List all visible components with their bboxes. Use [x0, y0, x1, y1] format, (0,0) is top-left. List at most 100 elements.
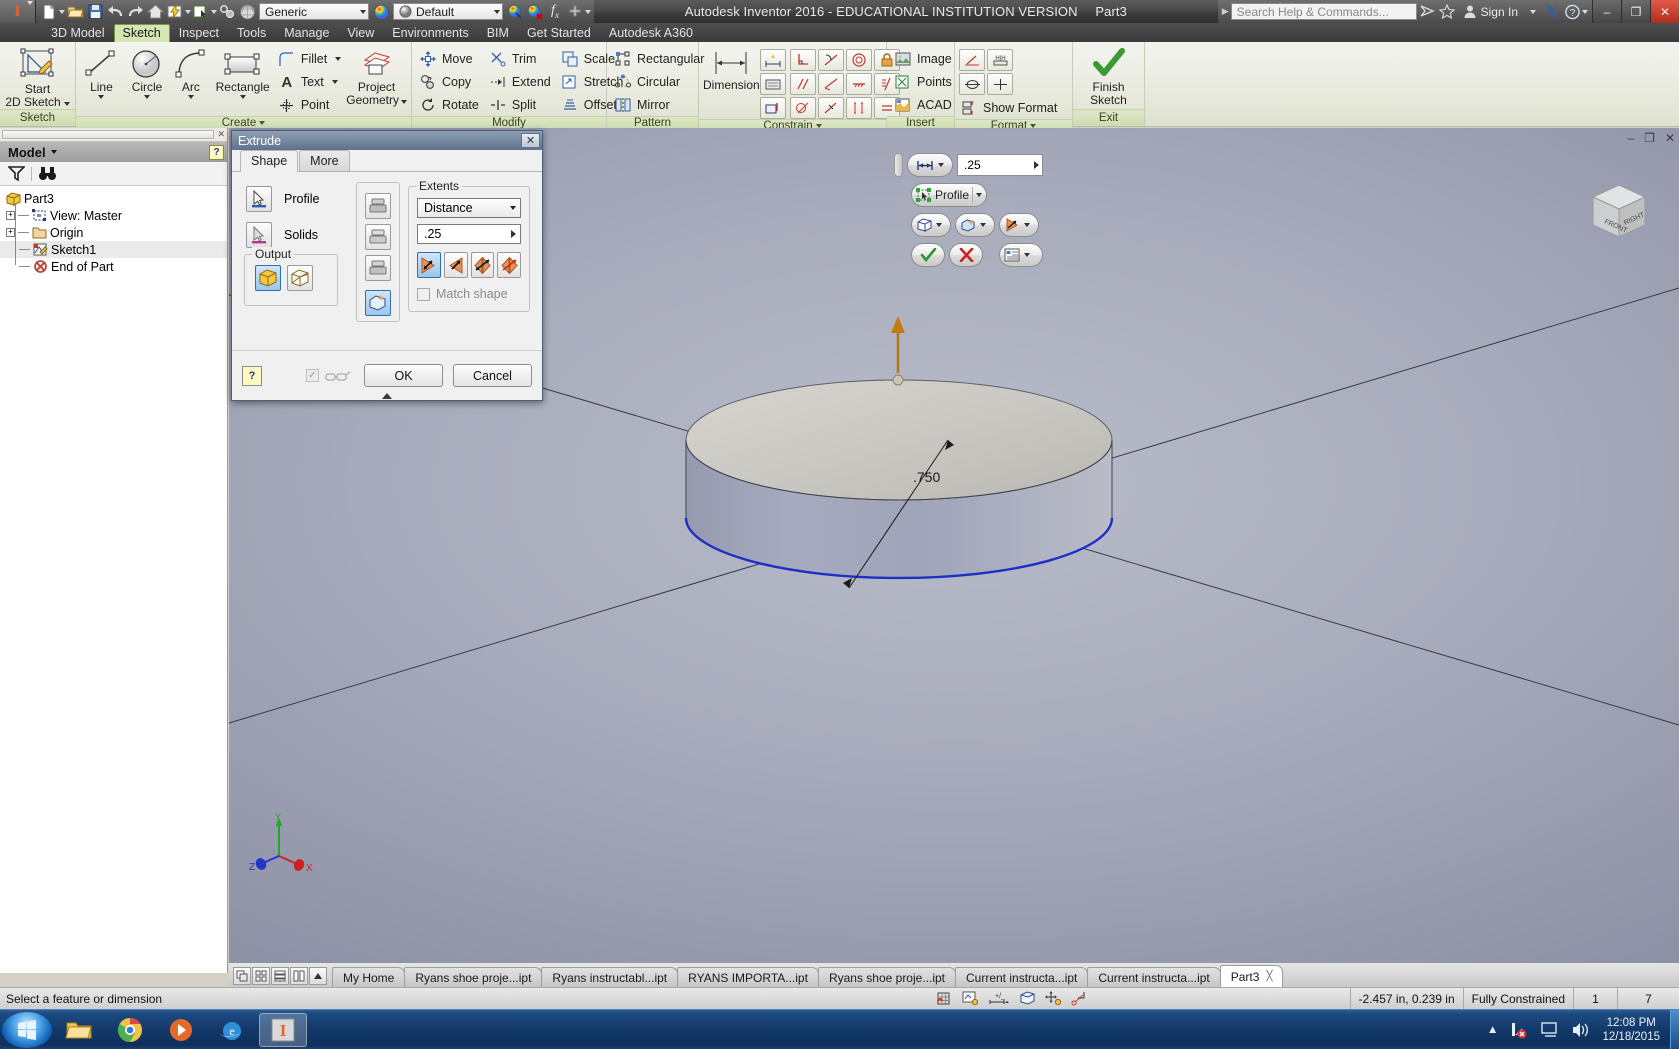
- help-icon[interactable]: ?: [1562, 2, 1582, 22]
- tray-expand-icon[interactable]: ▲: [1487, 1024, 1498, 1036]
- clear-appearance-button[interactable]: [525, 2, 545, 22]
- material-browser-button[interactable]: [237, 2, 257, 22]
- customize-qat-button[interactable]: [565, 2, 585, 22]
- line-button[interactable]: Line: [80, 45, 123, 99]
- vertical-constraint-button[interactable]: [845, 97, 872, 119]
- doc-tab-2[interactable]: Ryans instructabl...ipt: [541, 967, 679, 987]
- mini-boolean-chevron-icon[interactable]: [980, 223, 986, 227]
- coincident-constraint-button[interactable]: [817, 73, 844, 95]
- taskbar-clock[interactable]: 12:08 PM 12/18/2015: [1602, 1016, 1660, 1044]
- mirror-button[interactable]: Mirror: [611, 94, 709, 116]
- extend-button[interactable]: Extend: [486, 71, 556, 93]
- network-icon[interactable]: [1509, 1021, 1529, 1039]
- extents-type-chevron-icon[interactable]: [510, 206, 516, 210]
- mini-ok-button[interactable]: [911, 243, 945, 267]
- close-window-button[interactable]: ✕: [1650, 0, 1679, 23]
- mini-output-solid-button[interactable]: [911, 213, 951, 237]
- preview-checkbox[interactable]: ✓: [306, 369, 319, 382]
- face-visibility-icon[interactable]: [1019, 991, 1036, 1006]
- mini-options-button[interactable]: [999, 243, 1043, 267]
- appearance-chevron-icon[interactable]: [494, 9, 500, 14]
- mini-profile-button[interactable]: Profile: [911, 183, 987, 207]
- show-desktop-button[interactable]: [1670, 1009, 1679, 1049]
- move-button[interactable]: Move: [416, 48, 484, 70]
- tab-more[interactable]: More: [299, 150, 350, 171]
- move-constraint-icon[interactable]: [1044, 991, 1062, 1006]
- driven-dimension-format-button[interactable]: [987, 73, 1013, 95]
- display-icon[interactable]: [1540, 1021, 1560, 1039]
- construction-format-button[interactable]: [959, 49, 985, 71]
- tab-tools[interactable]: Tools: [228, 24, 275, 42]
- tab-3d-model[interactable]: 3D Model: [42, 24, 114, 42]
- view-cube[interactable]: FRONT RIGHT: [1579, 173, 1649, 243]
- tab-inspect[interactable]: Inspect: [170, 24, 228, 42]
- direction-asymmetric-button[interactable]: [497, 252, 521, 278]
- mini-distance-spinner-icon[interactable]: [1034, 161, 1039, 169]
- doc-tab-6[interactable]: Current instructa...ipt: [1087, 967, 1221, 987]
- match-shape-row[interactable]: Match shape: [417, 287, 521, 301]
- dimension-button[interactable]: Dimension: [703, 45, 760, 92]
- browser-header[interactable]: Model ?: [0, 142, 227, 162]
- finish-sketch-button[interactable]: Finish Sketch: [1077, 45, 1140, 107]
- mini-distance-chevron-icon[interactable]: [938, 163, 944, 167]
- points-button[interactable]: Points: [891, 71, 957, 93]
- undo-button[interactable]: [105, 2, 125, 22]
- extrude-dialog-title-bar[interactable]: Extrude ✕: [232, 131, 542, 150]
- mini-direction-button[interactable]: [999, 213, 1039, 237]
- direction-symmetric-button[interactable]: [470, 252, 495, 278]
- auto-dimension-button[interactable]: [759, 49, 786, 71]
- tile-horizontal-button[interactable]: [271, 967, 289, 985]
- show-format-button[interactable]: Show Format: [959, 97, 1062, 119]
- copy-button[interactable]: Copy: [416, 71, 484, 93]
- fillet-button[interactable]: Fillet: [275, 48, 346, 70]
- drag-constraint-icon[interactable]: [1071, 991, 1090, 1006]
- horizontal-constraint-button[interactable]: [817, 97, 844, 119]
- parallel-constraint-button[interactable]: [789, 73, 816, 95]
- match-shape-checkbox[interactable]: [417, 287, 430, 301]
- chevron-down-icon[interactable]: [27, 1, 33, 20]
- snap-grid-icon[interactable]: [936, 991, 953, 1006]
- dialog-expand-handle[interactable]: [238, 390, 536, 401]
- appearance-picker-button[interactable]: [505, 2, 525, 22]
- mini-cancel-button[interactable]: [949, 243, 983, 267]
- image-button[interactable]: Image: [891, 48, 957, 70]
- tree-node-end-of-part[interactable]: End of Part: [0, 258, 227, 275]
- exchange-apps-icon[interactable]: 𝕏: [1542, 2, 1562, 22]
- filter-icon[interactable]: [8, 166, 25, 181]
- close-icon[interactable]: ╳: [1266, 971, 1272, 982]
- project-geometry-button[interactable]: Project Geometry: [346, 45, 407, 107]
- solids-select-button[interactable]: [246, 222, 272, 248]
- application-menu-button[interactable]: I: [0, 0, 36, 23]
- doc-tab-my-home[interactable]: My Home: [332, 967, 406, 987]
- browser-horizontal-scrollbar[interactable]: ✕: [0, 128, 227, 142]
- constraint-settings-button[interactable]: [759, 97, 786, 119]
- mini-distance-input[interactable]: .25: [957, 154, 1043, 176]
- cancel-button[interactable]: Cancel: [453, 364, 532, 387]
- create-panel-chevron-icon[interactable]: [259, 121, 266, 125]
- output-surface-button[interactable]: [287, 265, 313, 291]
- save-button[interactable]: [85, 2, 105, 22]
- mini-distance-type-button[interactable]: [907, 153, 953, 177]
- intersect-operation-button[interactable]: [365, 255, 391, 281]
- tile-vertical-button[interactable]: [290, 967, 308, 985]
- scroll-track[interactable]: [2, 130, 215, 139]
- trim-button[interactable]: Trim: [486, 48, 556, 70]
- direction-1-button[interactable]: [417, 252, 441, 278]
- update-button[interactable]: [165, 2, 185, 22]
- taskbar-internet-explorer-button[interactable]: e: [208, 1013, 256, 1047]
- output-solid-button[interactable]: [255, 265, 281, 291]
- join-operation-button[interactable]: [365, 193, 391, 219]
- parameters-button[interactable]: fx: [545, 2, 565, 22]
- doc-tab-1[interactable]: Ryans shoe proje...ipt: [404, 967, 543, 987]
- tree-node-view-master[interactable]: + View: Master: [0, 207, 227, 224]
- show-constraints-button[interactable]: [759, 73, 786, 95]
- new-solid-operation-button[interactable]: [365, 290, 391, 316]
- circle-chevron-icon[interactable]: [144, 95, 151, 99]
- start-button[interactable]: [2, 1011, 52, 1048]
- qat-overflow-chevron-icon[interactable]: [585, 9, 591, 14]
- rectangle-button[interactable]: Rectangle: [210, 45, 274, 99]
- mini-boolean-button[interactable]: [955, 213, 995, 237]
- extrude-direction-arrow[interactable]: [891, 316, 905, 386]
- line-chevron-icon[interactable]: [98, 95, 105, 99]
- tab-view[interactable]: View: [338, 24, 383, 42]
